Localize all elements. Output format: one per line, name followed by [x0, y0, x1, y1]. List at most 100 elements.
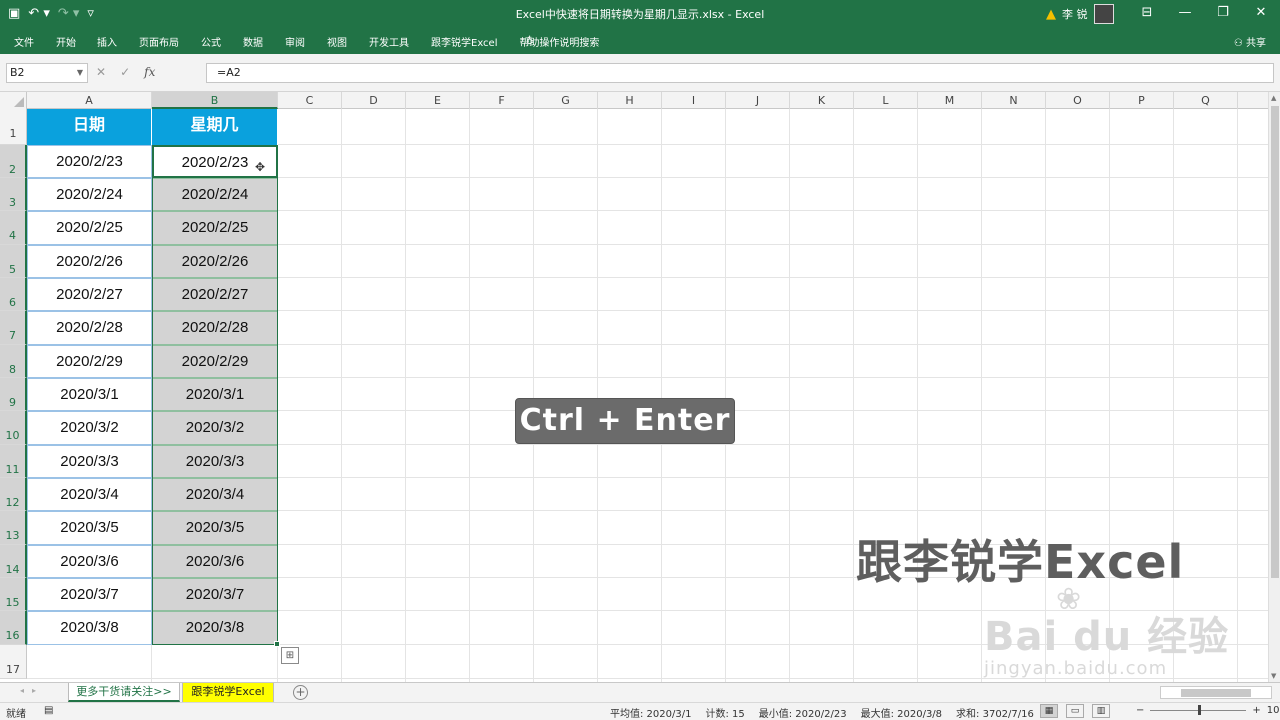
- scroll-up-icon[interactable]: ▲: [1271, 94, 1276, 102]
- row-header-11[interactable]: 11: [0, 445, 27, 478]
- date-cell[interactable]: 2020/2/23: [27, 145, 152, 178]
- column-header-p[interactable]: P: [1110, 92, 1174, 109]
- row-header-6[interactable]: 6: [0, 278, 27, 311]
- date-cell[interactable]: 2020/3/3: [27, 445, 152, 478]
- column-header-l[interactable]: L: [854, 92, 918, 109]
- column-header-q[interactable]: Q: [1174, 92, 1238, 109]
- name-box[interactable]: B2 ▼: [6, 63, 88, 83]
- column-header-d[interactable]: D: [342, 92, 406, 109]
- tab-review[interactable]: 审阅: [285, 34, 305, 49]
- weekday-cell[interactable]: 2020/2/28: [152, 311, 278, 345]
- column-header-n[interactable]: N: [982, 92, 1046, 109]
- weekday-cell[interactable]: 2020/2/29: [152, 345, 278, 378]
- row-header-7[interactable]: 7: [0, 311, 27, 345]
- date-cell[interactable]: 2020/3/1: [27, 378, 152, 411]
- date-cell[interactable]: 2020/3/7: [27, 578, 152, 611]
- date-cell[interactable]: 2020/3/6: [27, 545, 152, 578]
- row-header-15[interactable]: 15: [0, 578, 27, 611]
- zoom-out-icon[interactable]: −: [1136, 705, 1144, 716]
- row-header-13[interactable]: 13: [0, 511, 27, 545]
- column-header-b[interactable]: B: [152, 92, 278, 109]
- user-name[interactable]: 李 锐: [1062, 6, 1088, 22]
- quick-analysis-icon[interactable]: ⊞: [281, 647, 299, 664]
- warning-icon[interactable]: ▲: [1046, 7, 1056, 22]
- date-cell[interactable]: 2020/2/28: [27, 311, 152, 345]
- tab-insert[interactable]: 插入: [97, 34, 117, 49]
- horizontal-scrollbar[interactable]: [1160, 686, 1272, 699]
- tab-data[interactable]: 数据: [243, 34, 263, 49]
- add-sheet-button[interactable]: +: [293, 685, 308, 700]
- row-header-5[interactable]: 5: [0, 245, 27, 278]
- row-header-16[interactable]: 16: [0, 611, 27, 645]
- insert-function-icon[interactable]: fx: [144, 65, 155, 79]
- page-break-view-icon[interactable]: ▥: [1092, 704, 1110, 718]
- minimize-button[interactable]: —: [1166, 0, 1204, 28]
- share-button[interactable]: ⚇ 共享: [1234, 34, 1266, 49]
- weekday-cell[interactable]: 2020/3/6: [152, 545, 278, 578]
- date-cell[interactable]: 2020/2/26: [27, 245, 152, 278]
- zoom-level[interactable]: 100%: [1267, 705, 1280, 716]
- date-cell[interactable]: 2020/2/27: [27, 278, 152, 311]
- row-header-14[interactable]: 14: [0, 545, 27, 578]
- column-header-o[interactable]: O: [1046, 92, 1110, 109]
- close-button[interactable]: ✕: [1242, 0, 1280, 28]
- weekday-cell[interactable]: 2020/3/4: [152, 478, 278, 511]
- column-header-h[interactable]: H: [598, 92, 662, 109]
- chevron-down-icon[interactable]: ▼: [77, 64, 83, 82]
- zoom-slider[interactable]: [1150, 705, 1247, 715]
- page-layout-view-icon[interactable]: ▭: [1066, 704, 1084, 718]
- vertical-scrollbar[interactable]: ▲ ▼: [1268, 92, 1280, 682]
- weekday-cell[interactable]: 2020/2/24: [152, 178, 278, 211]
- row-header-3[interactable]: 3: [0, 178, 27, 211]
- weekday-cell[interactable]: 2020/2/25: [152, 211, 278, 245]
- normal-view-icon[interactable]: ▦: [1040, 704, 1058, 718]
- weekday-cell[interactable]: 2020/2/26: [152, 245, 278, 278]
- weekday-cell[interactable]: 2020/3/1: [152, 378, 278, 411]
- restore-button[interactable]: ❐: [1204, 0, 1242, 28]
- column-header-g[interactable]: G: [534, 92, 598, 109]
- row-header-9[interactable]: 9: [0, 378, 27, 411]
- formula-input[interactable]: =A2: [206, 63, 1274, 83]
- date-cell[interactable]: 2020/3/5: [27, 511, 152, 545]
- weekday-cell[interactable]: 2020/3/8: [152, 611, 278, 645]
- column-header-i[interactable]: I: [662, 92, 726, 109]
- tab-view[interactable]: 视图: [327, 34, 347, 49]
- weekday-cell[interactable]: 2020/3/7: [152, 578, 278, 611]
- row-header-12[interactable]: 12: [0, 478, 27, 511]
- tab-file[interactable]: 文件: [14, 34, 34, 49]
- selection-stats[interactable]: 平均值: 2020/3/1 计数: 15 最小值: 2020/2/23 最大值:…: [610, 705, 1034, 720]
- header-cell-weekday[interactable]: 星期几: [152, 109, 278, 145]
- weekday-cell[interactable]: 2020/3/2: [152, 411, 278, 445]
- column-header-a[interactable]: A: [27, 92, 152, 109]
- date-cell[interactable]: 2020/2/29: [27, 345, 152, 378]
- tab-developer[interactable]: 开发工具: [369, 34, 409, 49]
- tab-page-layout[interactable]: 页面布局: [139, 34, 179, 49]
- sheet-nav-arrows[interactable]: ◂▸: [20, 686, 44, 695]
- row-header-1[interactable]: 1: [0, 109, 27, 145]
- column-header-e[interactable]: E: [406, 92, 470, 109]
- weekday-cell[interactable]: 2020/3/5: [152, 511, 278, 545]
- macro-record-icon[interactable]: ▤: [44, 705, 53, 720]
- scroll-down-icon[interactable]: ▼: [1271, 672, 1276, 680]
- row-header-17[interactable]: 17: [0, 645, 27, 679]
- column-header-f[interactable]: F: [470, 92, 534, 109]
- date-cell[interactable]: 2020/3/2: [27, 411, 152, 445]
- row-header-10[interactable]: 10: [0, 411, 27, 445]
- column-header-k[interactable]: K: [790, 92, 854, 109]
- tab-home[interactable]: 开始: [56, 34, 76, 49]
- row-header-2[interactable]: 2: [0, 145, 27, 178]
- date-cell[interactable]: 2020/3/8: [27, 611, 152, 645]
- tab-custom[interactable]: 跟李锐学Excel: [431, 34, 498, 49]
- fill-handle[interactable]: [274, 641, 280, 647]
- ribbon-display-icon[interactable]: ⊟: [1128, 0, 1166, 28]
- header-cell-date[interactable]: 日期: [27, 109, 152, 145]
- enter-icon[interactable]: ✓: [120, 65, 130, 79]
- scroll-thumb[interactable]: [1271, 106, 1279, 578]
- weekday-cell[interactable]: 2020/2/27: [152, 278, 278, 311]
- date-cell[interactable]: 2020/3/4: [27, 478, 152, 511]
- hscroll-thumb[interactable]: [1181, 689, 1251, 697]
- zoom-in-icon[interactable]: +: [1252, 705, 1260, 716]
- date-cell[interactable]: 2020/2/25: [27, 211, 152, 245]
- user-area[interactable]: ▲ 李 锐: [1046, 4, 1114, 24]
- row-header-8[interactable]: 8: [0, 345, 27, 378]
